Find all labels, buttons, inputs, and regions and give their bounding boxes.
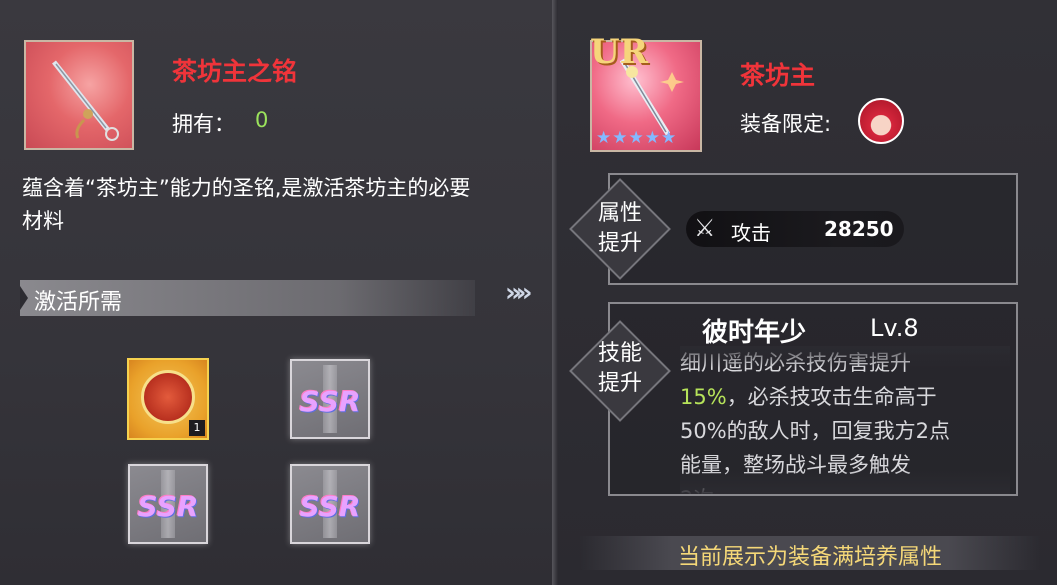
rarity-badge: UR bbox=[590, 32, 648, 72]
requirement-header: 激活所需 bbox=[20, 280, 475, 316]
stat-value: 28250 bbox=[824, 217, 894, 241]
ssr-label: SSR bbox=[299, 385, 361, 418]
skill-title-1: 技能 bbox=[597, 341, 642, 366]
ssr-label: SSR bbox=[137, 490, 199, 523]
equipment-title: 茶坊主 bbox=[740, 61, 816, 90]
requirement-label: 激活所需 bbox=[34, 290, 123, 315]
material-count: 1 bbox=[189, 420, 205, 436]
skill-level: Lv.8 bbox=[870, 314, 919, 342]
character-avatar[interactable] bbox=[858, 98, 904, 144]
crossed-swords-icon: ⚔ bbox=[694, 214, 716, 242]
footer-banner: 当前展示为装备满培养属性 bbox=[580, 536, 1040, 570]
item-icon[interactable] bbox=[24, 40, 134, 150]
item-title: 茶坊主之铭 bbox=[172, 57, 298, 86]
skill-highlight-value: 15% bbox=[680, 385, 727, 409]
stat-label: 攻击 bbox=[731, 221, 771, 245]
arrow-right-icon: »» bbox=[505, 278, 532, 308]
skill-title-2: 提升 bbox=[597, 371, 642, 396]
footer-note: 当前展示为装备满培养属性 bbox=[677, 545, 942, 570]
own-value: 0 bbox=[255, 108, 269, 132]
skill-desc-line: 15%，必杀技攻击生命高于 bbox=[680, 380, 1010, 414]
sword-icon bbox=[52, 60, 119, 141]
material-slot-ssr[interactable]: SSR bbox=[128, 464, 208, 544]
material-slot-ssr[interactable]: SSR bbox=[290, 464, 370, 544]
equip-limit-label: 装备限定: bbox=[740, 112, 832, 136]
skill-desc-line: 50%的敌人时，回复我方2点 bbox=[680, 419, 951, 443]
emblem-icon bbox=[141, 370, 195, 424]
scroll-fade-bottom bbox=[680, 470, 1010, 494]
material-slot-emblem[interactable]: 1 bbox=[127, 358, 209, 440]
material-slot-ssr[interactable]: SSR bbox=[290, 359, 370, 439]
ssr-label: SSR bbox=[299, 490, 361, 523]
equipment-icon[interactable]: UR ★★★★★ bbox=[590, 32, 702, 152]
skill-desc-text: ，必杀技攻击生命高于 bbox=[726, 385, 937, 409]
attribute-title-2: 提升 bbox=[597, 231, 642, 256]
item-description: 蕴含着“茶坊主”能力的圣铭,是激活茶坊主的必要材料 bbox=[22, 176, 471, 233]
star-rating: ★★★★★ bbox=[596, 128, 678, 148]
scroll-fade-top bbox=[680, 346, 1010, 368]
own-label: 拥有： bbox=[172, 112, 235, 136]
skill-name: 彼时年少 bbox=[702, 318, 807, 348]
attribute-title-1: 属性 bbox=[597, 201, 642, 226]
stat-row-attack: ⚔ 攻击 28250 bbox=[686, 211, 904, 247]
